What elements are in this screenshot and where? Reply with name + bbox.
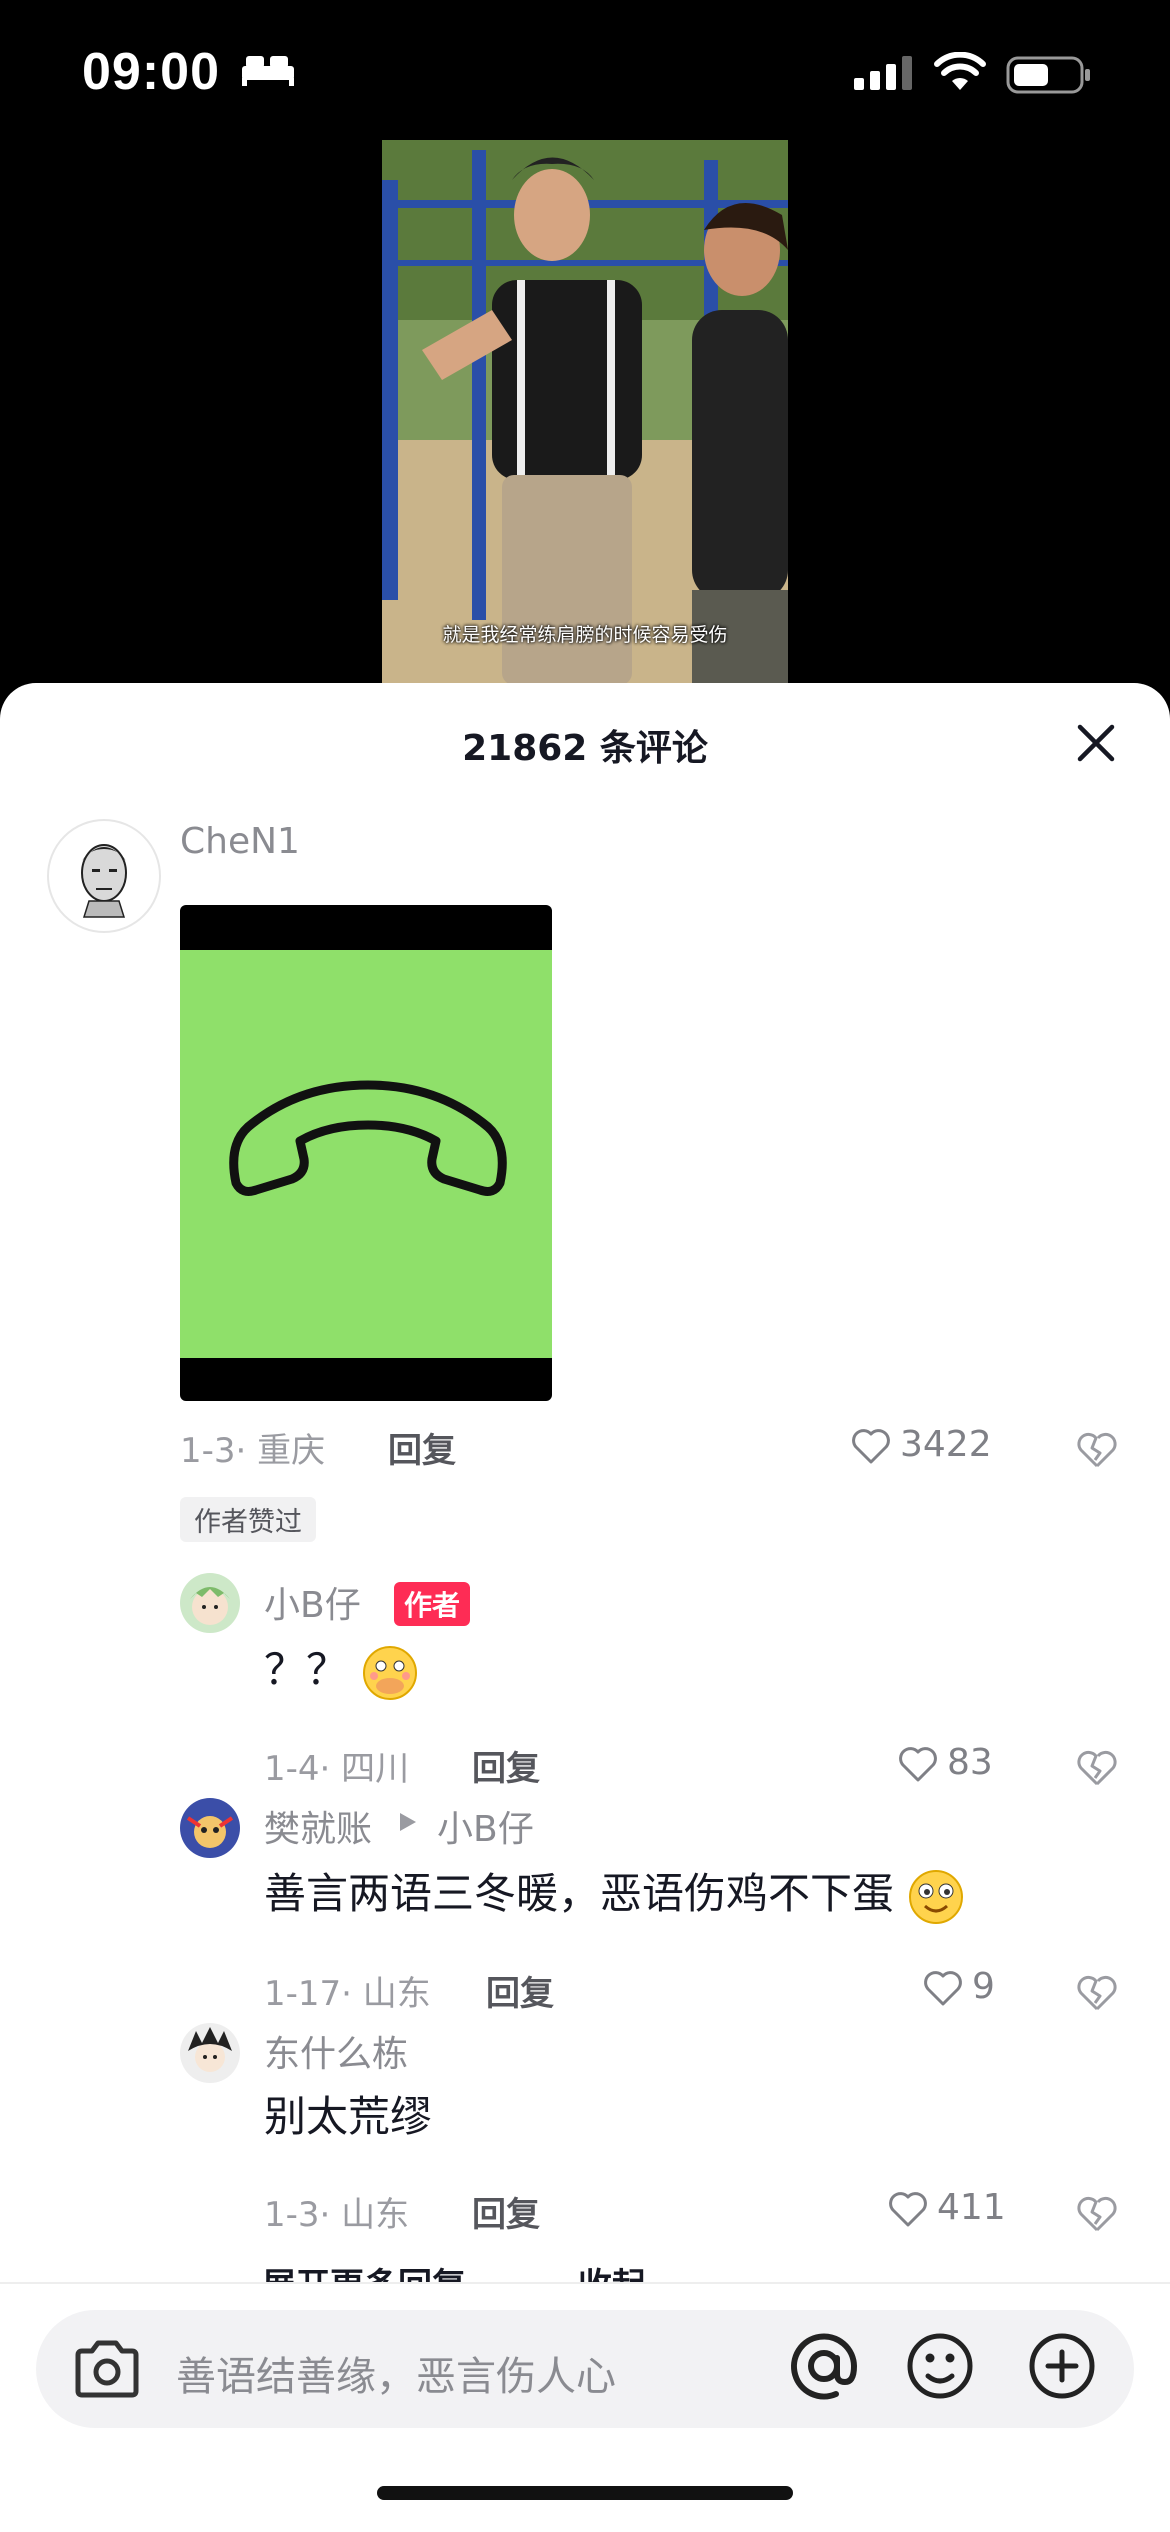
avatar[interactable] bbox=[180, 2023, 240, 2083]
home-indicator[interactable] bbox=[377, 2486, 793, 2500]
heart-icon bbox=[899, 1746, 937, 1781]
video-frame bbox=[382, 140, 788, 685]
status-bar: 09:00 bbox=[0, 0, 1170, 140]
reply-text: 善言两语三冬暖，恶语伤鸡不下蛋 bbox=[264, 1860, 965, 1926]
heart-icon bbox=[889, 2191, 927, 2226]
like-button[interactable]: 83 bbox=[897, 1742, 993, 1783]
like-count: 9 bbox=[972, 1966, 995, 2007]
wifi-icon bbox=[934, 52, 986, 90]
comments-count-title: 21862 条评论 bbox=[462, 728, 708, 769]
heart-icon bbox=[852, 1428, 890, 1463]
comment-meta: 1-3· 重庆 bbox=[180, 1431, 326, 1471]
like-button[interactable]: 411 bbox=[887, 2187, 1006, 2228]
status-time: 09:00 bbox=[82, 43, 220, 101]
broken-heart-icon[interactable] bbox=[1075, 1972, 1119, 2012]
grin-emoji-icon bbox=[909, 1869, 964, 1924]
close-icon[interactable] bbox=[1072, 719, 1120, 767]
reply-button[interactable]: 回复 bbox=[486, 1966, 554, 2015]
like-count: 83 bbox=[947, 1742, 993, 1783]
like-count: 3422 bbox=[900, 1424, 992, 1465]
reply-button[interactable]: 回复 bbox=[472, 2187, 540, 2236]
video-subtitle: 就是我经常练肩膀的时候容易受伤 bbox=[442, 624, 728, 646]
reply-to-username[interactable]: 小B仔 bbox=[437, 1800, 534, 1852]
reply-arrow-icon bbox=[400, 1813, 416, 1831]
mention-at-icon[interactable] bbox=[788, 2328, 860, 2404]
reply-username[interactable]: 东什么栋 bbox=[264, 2025, 408, 2077]
like-count: 411 bbox=[937, 2187, 1006, 2228]
broken-heart-icon[interactable] bbox=[1075, 2193, 1119, 2233]
comment-username[interactable]: CheN1 bbox=[180, 821, 300, 862]
comment-sticker-image[interactable] bbox=[180, 905, 552, 1401]
video-player[interactable]: 就是我经常练肩膀的时候容易受伤 bbox=[382, 140, 788, 685]
reply-username[interactable]: 樊就账 bbox=[264, 1800, 372, 1852]
reply-meta: 1-17· 山东 bbox=[264, 1974, 431, 2014]
phone-hangup-icon bbox=[229, 1080, 507, 1196]
reply-text: ？？ bbox=[264, 1636, 419, 1702]
avatar[interactable] bbox=[180, 1573, 240, 1633]
battery-icon bbox=[1006, 56, 1090, 94]
reply-username[interactable]: 小B仔 bbox=[264, 1576, 361, 1628]
camera-icon[interactable] bbox=[72, 2337, 142, 2401]
sleep-focus-icon bbox=[242, 56, 294, 86]
comment-input[interactable]: 善语结善缘，恶言伤人心 bbox=[36, 2310, 1134, 2428]
emoji-picker-icon[interactable] bbox=[904, 2330, 976, 2402]
like-button[interactable]: 9 bbox=[922, 1966, 995, 2007]
comments-sheet: 21862 条评论 CheN1 1-3· 重庆 回复 3422 作者赞过 小B仔… bbox=[0, 683, 1170, 2532]
add-icon[interactable] bbox=[1026, 2330, 1098, 2402]
reply-button[interactable]: 回复 bbox=[472, 1741, 540, 1790]
like-button[interactable]: 3422 bbox=[850, 1424, 992, 1465]
cellular-signal-icon bbox=[854, 56, 912, 90]
avatar[interactable] bbox=[180, 1798, 240, 1858]
reply-meta: 1-3· 山东 bbox=[264, 2195, 410, 2235]
comment-input-placeholder: 善语结善缘，恶言伤人心 bbox=[176, 2354, 616, 2400]
avatar[interactable] bbox=[47, 819, 161, 933]
broken-heart-icon[interactable] bbox=[1075, 1747, 1119, 1787]
reply-text: 别太荒缪 bbox=[264, 2092, 433, 2141]
shy-cover-mouth-emoji-icon bbox=[363, 1645, 418, 1700]
reply-button[interactable]: 回复 bbox=[388, 1423, 456, 1472]
reply-meta: 1-4· 四川 bbox=[264, 1749, 410, 1789]
broken-heart-icon[interactable] bbox=[1075, 1429, 1119, 1469]
author-liked-badge: 作者赞过 bbox=[180, 1497, 316, 1542]
author-badge: 作者 bbox=[394, 1582, 471, 1626]
heart-icon bbox=[924, 1970, 962, 2005]
